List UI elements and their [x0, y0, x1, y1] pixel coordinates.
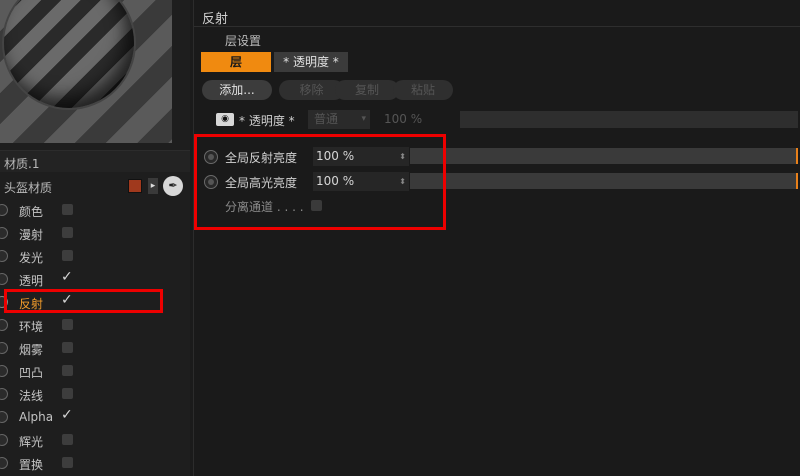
channel-checkbox[interactable] — [62, 227, 73, 238]
channel-label: 漫射 — [19, 228, 44, 242]
transparency-label: * 透明度 * — [239, 114, 295, 128]
channel-select-icon[interactable] — [0, 434, 8, 446]
channel-item[interactable]: 置换 — [0, 452, 190, 475]
channel-label: 透明 — [19, 274, 44, 288]
channel-label: 法线 — [19, 389, 44, 403]
channel-label: 颜色 — [19, 205, 44, 219]
channel-select-icon[interactable] — [0, 273, 8, 285]
global-specular-slider[interactable] — [410, 173, 798, 189]
material-panel: 材质.1 头盔材质 ▸ ✒ 颜色 漫射 发光 透明 ✓ 反射 ✓ 环境 烟雾 凹凸 法线 Alpha ✓… — [0, 0, 190, 476]
checkmark-icon[interactable]: ✓ — [61, 269, 73, 285]
channel-checkbox[interactable] — [62, 250, 73, 261]
swatch-arrow-icon[interactable]: ▸ — [148, 178, 158, 194]
copy-button[interactable]: 复制 — [335, 80, 399, 100]
layer-settings-label: 层设置 — [225, 34, 262, 48]
channel-label: 凹凸 — [19, 366, 44, 380]
channel-select-icon[interactable] — [0, 457, 8, 469]
channel-item[interactable]: 辉光 — [0, 429, 190, 452]
channel-list: 颜色 漫射 发光 透明 ✓ 反射 ✓ 环境 烟雾 凹凸 法线 Alpha ✓ 辉光 置换 — [0, 199, 190, 475]
highlight-box-params — [194, 134, 446, 230]
channel-select-icon[interactable] — [0, 227, 8, 239]
chevron-down-icon: ▾ — [361, 114, 366, 124]
paste-button[interactable]: 粘贴 — [393, 80, 453, 100]
channel-select-icon[interactable] — [0, 204, 8, 216]
global-reflect-slider[interactable] — [410, 148, 798, 164]
channel-select-icon[interactable] — [0, 250, 8, 262]
material-color-swatch[interactable] — [128, 179, 142, 193]
channel-item[interactable]: 透明 ✓ — [0, 268, 190, 291]
channel-item[interactable]: 烟雾 — [0, 337, 190, 360]
channel-label: Alpha — [19, 410, 54, 424]
checkmark-icon[interactable]: ✓ — [61, 407, 73, 423]
channel-item[interactable]: 漫射 — [0, 222, 190, 245]
title-divider — [194, 26, 800, 27]
channel-select-icon[interactable] — [0, 319, 8, 331]
section-title: 反射 — [202, 12, 229, 27]
channel-label: 置换 — [19, 458, 44, 472]
channel-checkbox[interactable] — [62, 342, 73, 353]
channel-checkbox[interactable] — [62, 388, 73, 399]
transparency-slider[interactable] — [460, 111, 798, 128]
channel-item[interactable]: 发光 — [0, 245, 190, 268]
channel-select-icon[interactable] — [0, 365, 8, 377]
tab-layer[interactable]: 层 — [201, 52, 271, 72]
blend-mode-value: 普通 — [314, 112, 339, 126]
channel-select-icon[interactable] — [0, 342, 8, 354]
channel-item[interactable]: 凹凸 — [0, 360, 190, 383]
channel-item[interactable]: Alpha ✓ — [0, 406, 190, 429]
reflection-panel: 反射 层设置 层 * 透明度 * 添加... 移除 复制 粘贴 ◉ * 透明度 … — [193, 0, 800, 476]
channel-label: 发光 — [19, 251, 44, 265]
material-type-label: 头盔材质 — [4, 181, 53, 195]
channel-item[interactable]: 颜色 — [0, 199, 190, 222]
transparency-row: ◉ * 透明度 * 普通 ▾ 100 % — [194, 109, 800, 131]
transparency-value[interactable]: 100 % — [384, 112, 422, 126]
eyedropper-icon[interactable]: ✒ — [163, 176, 183, 196]
channel-checkbox[interactable] — [62, 434, 73, 445]
channel-item[interactable]: 环境 — [0, 314, 190, 337]
tab-transparency[interactable]: * 透明度 * — [274, 52, 348, 72]
channel-checkbox[interactable] — [62, 457, 73, 468]
material-type-row: 头盔材质 ▸ ✒ — [0, 175, 190, 197]
channel-checkbox[interactable] — [62, 319, 73, 330]
preview-sphere — [4, 0, 134, 108]
add-button[interactable]: 添加... — [202, 80, 272, 100]
channel-select-icon[interactable] — [0, 388, 8, 400]
channel-checkbox[interactable] — [62, 365, 73, 376]
material-name[interactable]: 材质.1 — [0, 150, 190, 172]
channel-item[interactable]: 法线 — [0, 383, 190, 406]
channel-checkbox[interactable] — [62, 204, 73, 215]
highlight-box-reflection — [4, 289, 163, 313]
channel-label: 环境 — [19, 320, 44, 334]
layer-visibility-icon[interactable]: ◉ — [216, 113, 234, 126]
blend-mode-select[interactable]: 普通 ▾ — [308, 110, 370, 129]
channel-select-icon[interactable] — [0, 411, 8, 423]
material-preview[interactable] — [0, 0, 172, 143]
channel-label: 辉光 — [19, 435, 44, 449]
channel-label: 烟雾 — [19, 343, 44, 357]
